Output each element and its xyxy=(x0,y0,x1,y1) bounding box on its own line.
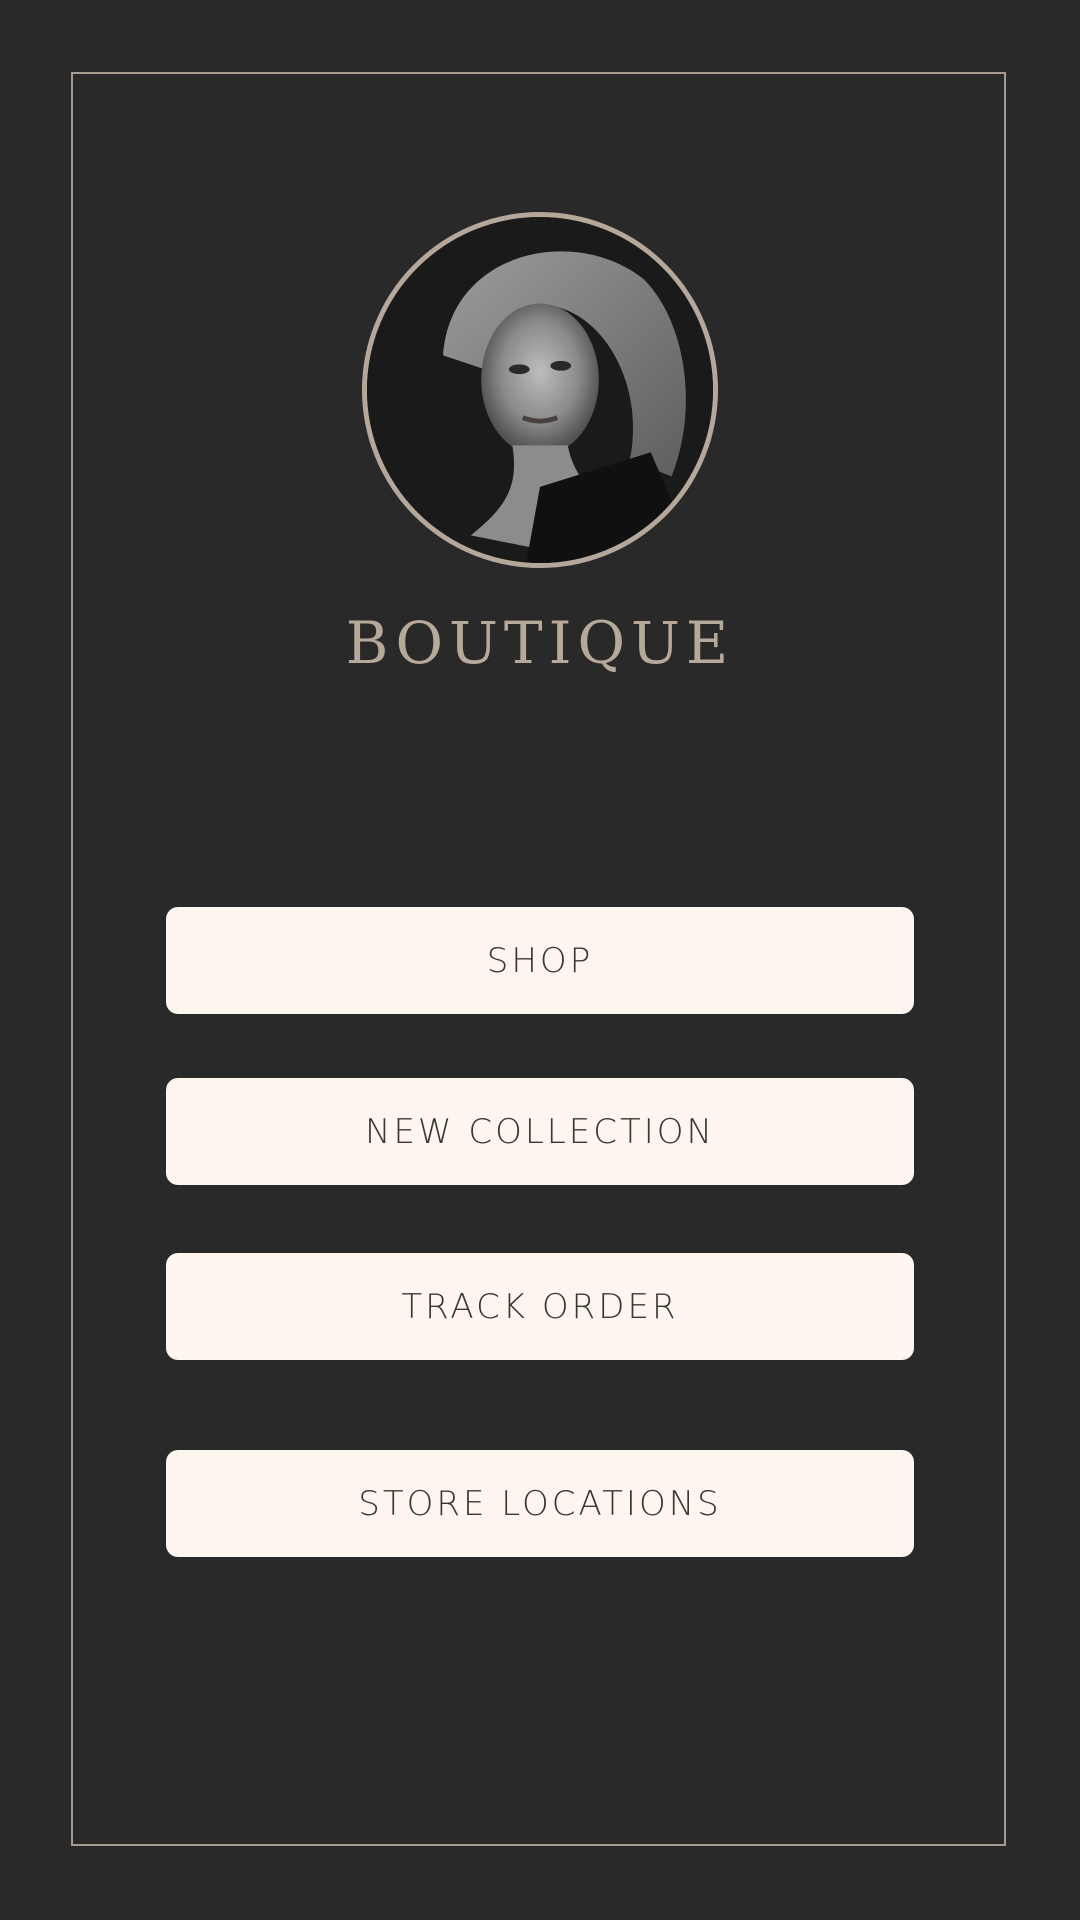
track-order-button[interactable]: TRACK ORDER xyxy=(166,1253,914,1360)
shop-button-label: SHOP xyxy=(486,940,594,981)
new-collection-button-label: NEW COLLECTION xyxy=(365,1111,715,1152)
store-locations-button-label: STORE LOCATIONS xyxy=(358,1483,722,1524)
portrait-icon xyxy=(367,217,713,563)
shop-button[interactable]: SHOP xyxy=(166,907,914,1014)
new-collection-button[interactable]: NEW COLLECTION xyxy=(166,1078,914,1185)
profile-photo xyxy=(362,212,718,568)
brand-title: BOUTIQUE xyxy=(345,609,735,677)
track-order-button-label: TRACK ORDER xyxy=(401,1286,679,1327)
store-locations-button[interactable]: STORE LOCATIONS xyxy=(166,1450,914,1557)
